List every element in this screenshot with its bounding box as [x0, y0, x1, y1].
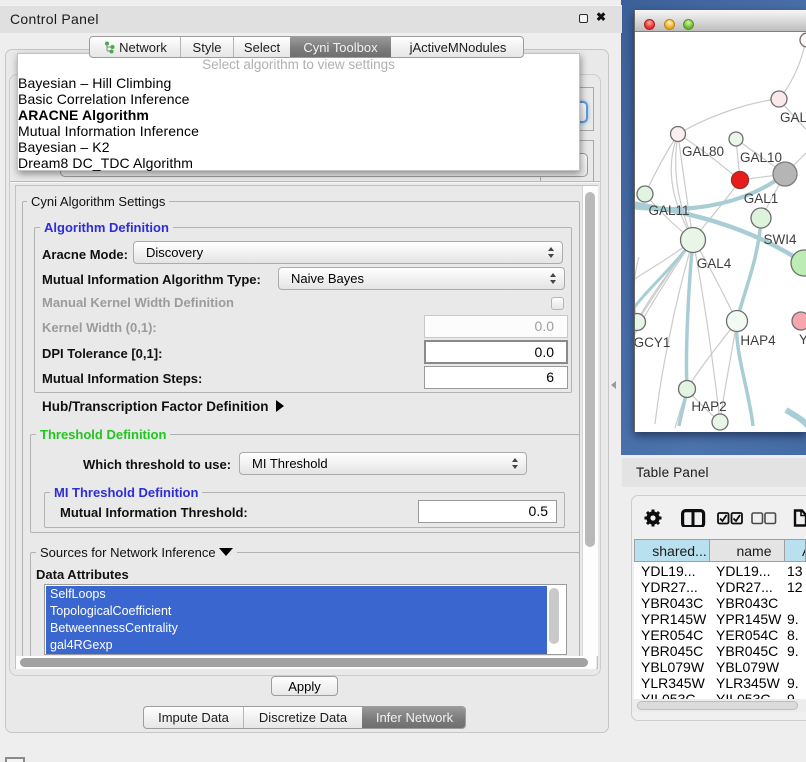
svg-text:GAL10: GAL10 — [740, 150, 782, 165]
svg-text:GAL: GAL — [780, 110, 806, 125]
svg-text:HAP4: HAP4 — [740, 333, 776, 348]
svg-text:HAP2: HAP2 — [691, 399, 726, 414]
svg-text:GCY1: GCY1 — [635, 335, 670, 350]
svg-text:GAL11: GAL11 — [648, 203, 689, 218]
svg-text:Y: Y — [799, 332, 806, 347]
svg-text:GAL80: GAL80 — [682, 144, 724, 159]
svg-text:GAL4: GAL4 — [697, 256, 732, 271]
svg-text:SWI4: SWI4 — [763, 232, 796, 247]
svg-text:GAL1: GAL1 — [744, 191, 779, 206]
